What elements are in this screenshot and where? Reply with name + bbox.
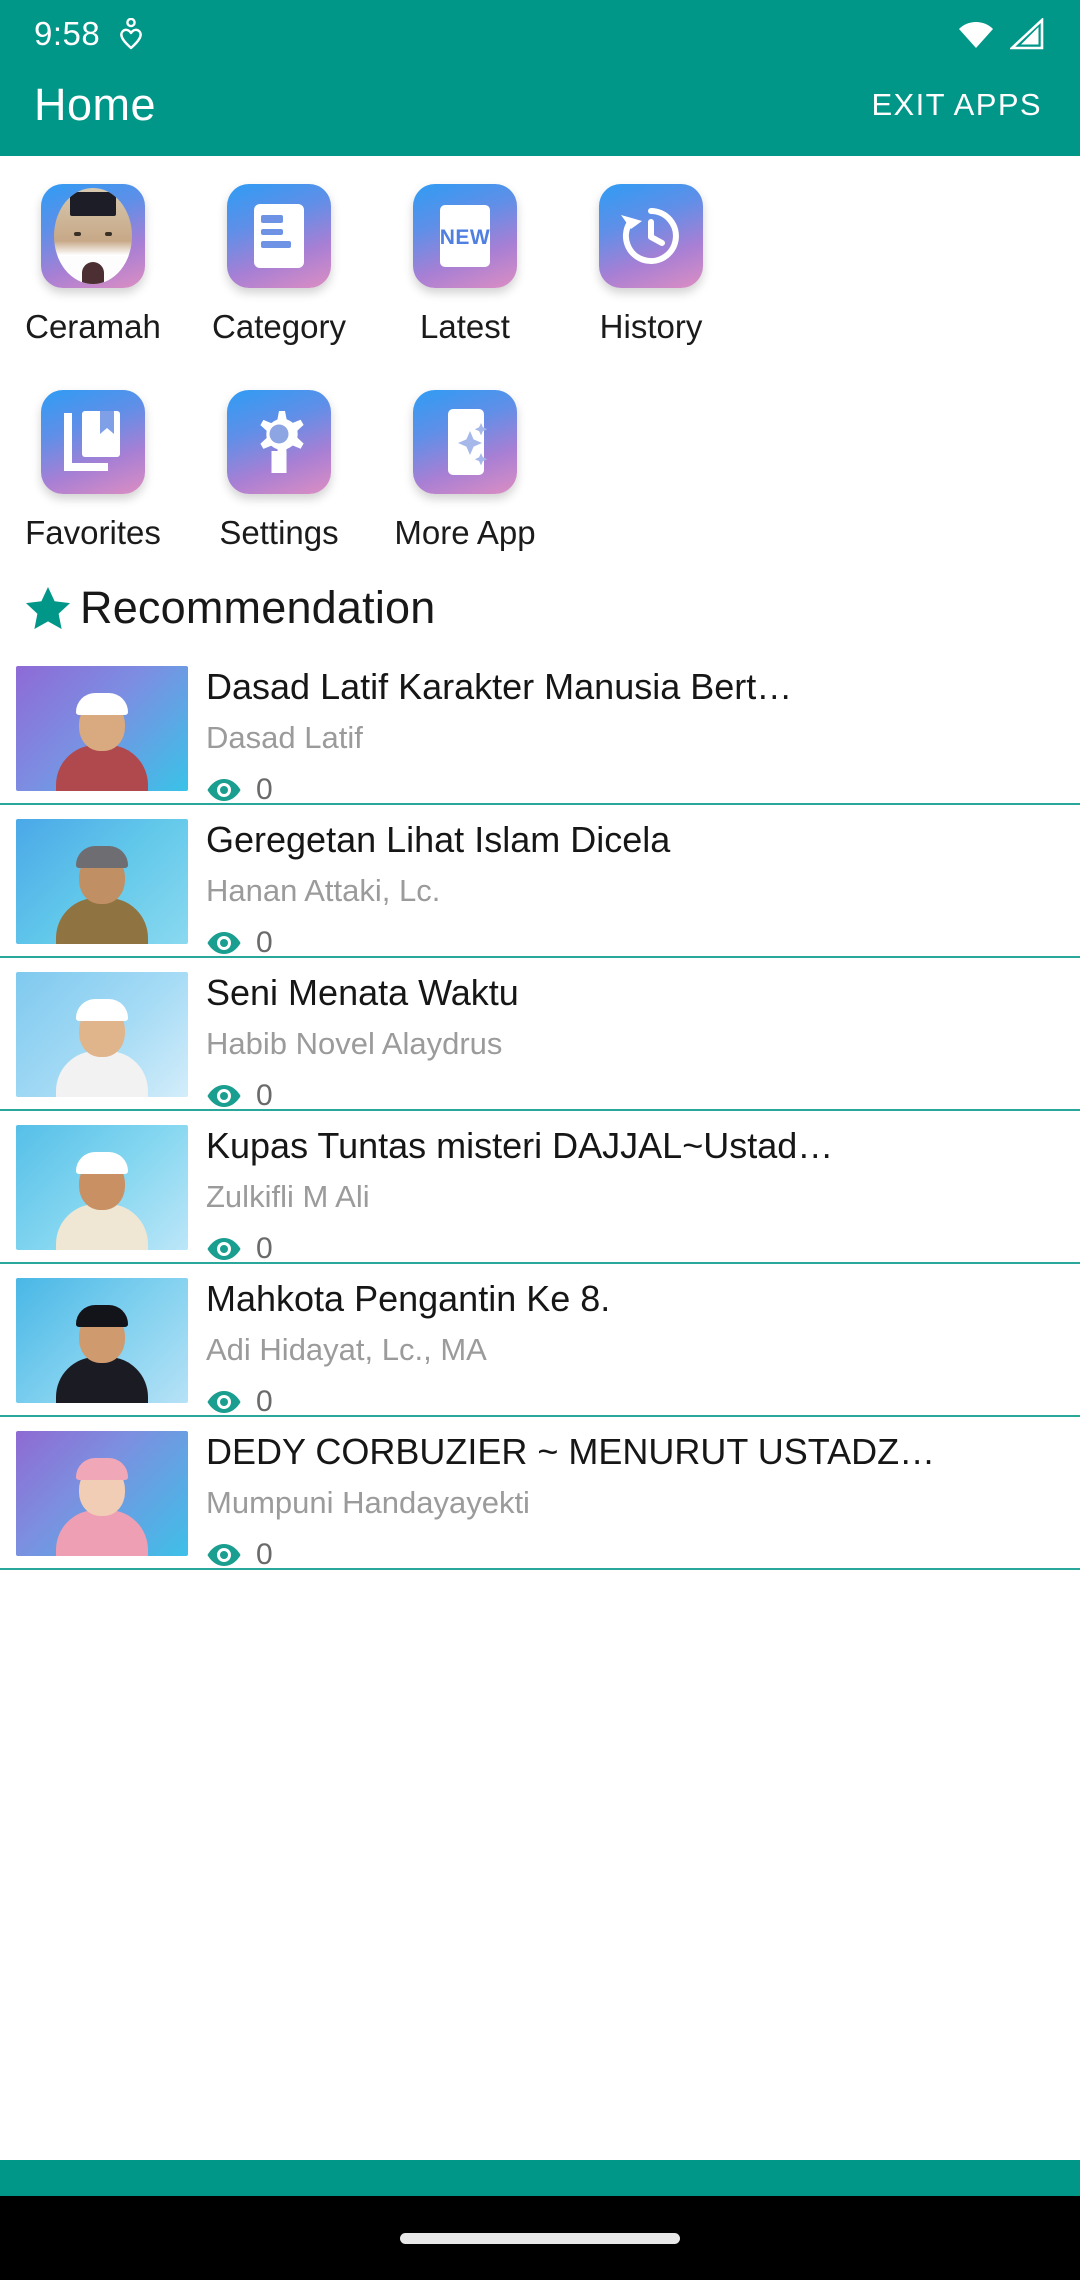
status-bar-left: 9:58 (34, 15, 144, 53)
view-count: 0 (256, 1384, 273, 1418)
gear-icon (227, 390, 331, 494)
list-item-title: DEDY CORBUZIER ~ MENURUT USTADZ… (206, 1433, 936, 1472)
shortcut-row-1: Ceramah Category NEW Latest History (0, 184, 1080, 346)
list-item-speaker: Adi Hidayat, Lc., MA (206, 1332, 487, 1367)
list-item[interactable]: Kupas Tuntas misteri DAJJAL~Ustad… Zulki… (0, 1111, 1080, 1266)
shortcut-more-app[interactable]: More App (372, 390, 558, 552)
eye-icon (206, 1542, 242, 1568)
shortcut-ceramah[interactable]: Ceramah (0, 184, 186, 346)
shortcut-latest[interactable]: NEW Latest (372, 184, 558, 346)
view-count: 0 (256, 925, 273, 959)
shortcut-label: Settings (219, 514, 339, 551)
list-item-speaker: Mumpuni Handayayekti (206, 1485, 530, 1520)
history-clock-icon (599, 184, 703, 288)
page-title: Home (34, 79, 157, 130)
status-bar-right (956, 18, 1046, 50)
shortcut-empty-slot (558, 390, 744, 552)
list-item-body: Geregetan Lihat Islam Dicela Hanan Attak… (188, 819, 1060, 960)
list-item-meta: 0 (206, 1538, 1060, 1572)
view-count: 0 (256, 1078, 273, 1112)
recommendation-list[interactable]: Dasad Latif Karakter Manusia Bert… Dasad… (0, 652, 1080, 2160)
thumbnail (16, 1125, 188, 1250)
eye-icon (206, 777, 242, 803)
new-badge-icon: NEW (413, 184, 517, 288)
list-item[interactable]: Seni Menata Waktu Habib Novel Alaydrus 0 (0, 958, 1080, 1113)
list-item-title: Geregetan Lihat Islam Dicela (206, 821, 671, 860)
thumbnail (16, 666, 188, 791)
list-item-speaker: Dasad Latif (206, 720, 363, 755)
shortcut-label: Favorites (25, 514, 161, 551)
bottom-accent-bar (0, 2160, 1080, 2196)
star-icon (24, 584, 72, 632)
shortcut-label: Category (212, 308, 346, 345)
list-item-body: DEDY CORBUZIER ~ MENURUT USTADZ… Mumpuni… (188, 1431, 1060, 1572)
eye-icon (206, 930, 242, 956)
thumbnail (16, 1278, 188, 1403)
app-root: 9:58 Home EXIT APPS Ceramah Category NEW… (0, 0, 1080, 2280)
status-bar: 9:58 (0, 0, 1080, 68)
list-item-title: Mahkota Pengantin Ke 8. (206, 1280, 611, 1319)
thumbnail (16, 1431, 188, 1556)
list-item-speaker: Habib Novel Alaydrus (206, 1026, 503, 1061)
preacher-avatar-icon (41, 184, 145, 288)
list-item[interactable]: DEDY CORBUZIER ~ MENURUT USTADZ… Mumpuni… (0, 1417, 1080, 1572)
phone-sparkle-icon (413, 390, 517, 494)
shortcut-label: History (599, 308, 703, 345)
list-item-meta: 0 (206, 773, 1060, 807)
thumbnail (16, 819, 188, 944)
list-item-title: Seni Menata Waktu (206, 974, 519, 1013)
eye-icon (206, 1236, 242, 1262)
list-item-speaker: Hanan Attaki, Lc. (206, 873, 441, 908)
shortcut-favorites[interactable]: Favorites (0, 390, 186, 552)
shortcut-history[interactable]: History (558, 184, 744, 346)
app-bar: Home EXIT APPS (0, 68, 1080, 156)
view-count: 0 (256, 1231, 273, 1265)
list-item-title: Dasad Latif Karakter Manusia Bert… (206, 668, 793, 707)
cellular-signal-icon (1010, 18, 1046, 50)
list-item-meta: 0 (206, 1232, 1060, 1266)
list-item[interactable]: Dasad Latif Karakter Manusia Bert… Dasad… (0, 652, 1080, 807)
shortcut-label: Latest (420, 308, 510, 345)
list-item[interactable]: Mahkota Pengantin Ke 8. Adi Hidayat, Lc.… (0, 1264, 1080, 1419)
grid-row-gap (0, 346, 1080, 390)
status-bar-clock: 9:58 (34, 15, 101, 52)
system-navigation-bar (0, 2196, 1080, 2280)
article-list-icon (227, 184, 331, 288)
recommendation-header: Recommendation (0, 556, 1080, 652)
exit-apps-button[interactable]: EXIT APPS (867, 77, 1046, 133)
bookmark-library-icon (41, 390, 145, 494)
heart-pulse-icon (118, 18, 144, 50)
shortcut-settings[interactable]: Settings (186, 390, 372, 552)
shortcut-label: Ceramah (25, 308, 161, 345)
list-item-body: Dasad Latif Karakter Manusia Bert… Dasad… (188, 666, 1060, 807)
list-item-meta: 0 (206, 1079, 1060, 1113)
list-item-body: Seni Menata Waktu Habib Novel Alaydrus 0 (188, 972, 1060, 1113)
list-item-body: Mahkota Pengantin Ke 8. Adi Hidayat, Lc.… (188, 1278, 1060, 1419)
list-item-meta: 0 (206, 926, 1060, 960)
wifi-icon (956, 18, 996, 50)
list-item-meta: 0 (206, 1385, 1060, 1419)
shortcut-category[interactable]: Category (186, 184, 372, 346)
svg-text:NEW: NEW (440, 226, 491, 249)
shortcut-grid: Ceramah Category NEW Latest History Favo… (0, 156, 1080, 556)
eye-icon (206, 1083, 242, 1109)
eye-icon (206, 1389, 242, 1415)
thumbnail (16, 972, 188, 1097)
home-gesture-pill[interactable] (400, 2232, 680, 2244)
shortcut-label: More App (394, 514, 536, 551)
section-title: Recommendation (80, 582, 436, 633)
view-count: 0 (256, 772, 273, 806)
view-count: 0 (256, 1537, 273, 1571)
list-item-speaker: Zulkifli M Ali (206, 1179, 370, 1214)
list-item[interactable]: Geregetan Lihat Islam Dicela Hanan Attak… (0, 805, 1080, 960)
list-item-body: Kupas Tuntas misteri DAJJAL~Ustad… Zulki… (188, 1125, 1060, 1266)
shortcut-row-2: Favorites Settings More App (0, 390, 1080, 552)
list-item-title: Kupas Tuntas misteri DAJJAL~Ustad… (206, 1127, 834, 1166)
